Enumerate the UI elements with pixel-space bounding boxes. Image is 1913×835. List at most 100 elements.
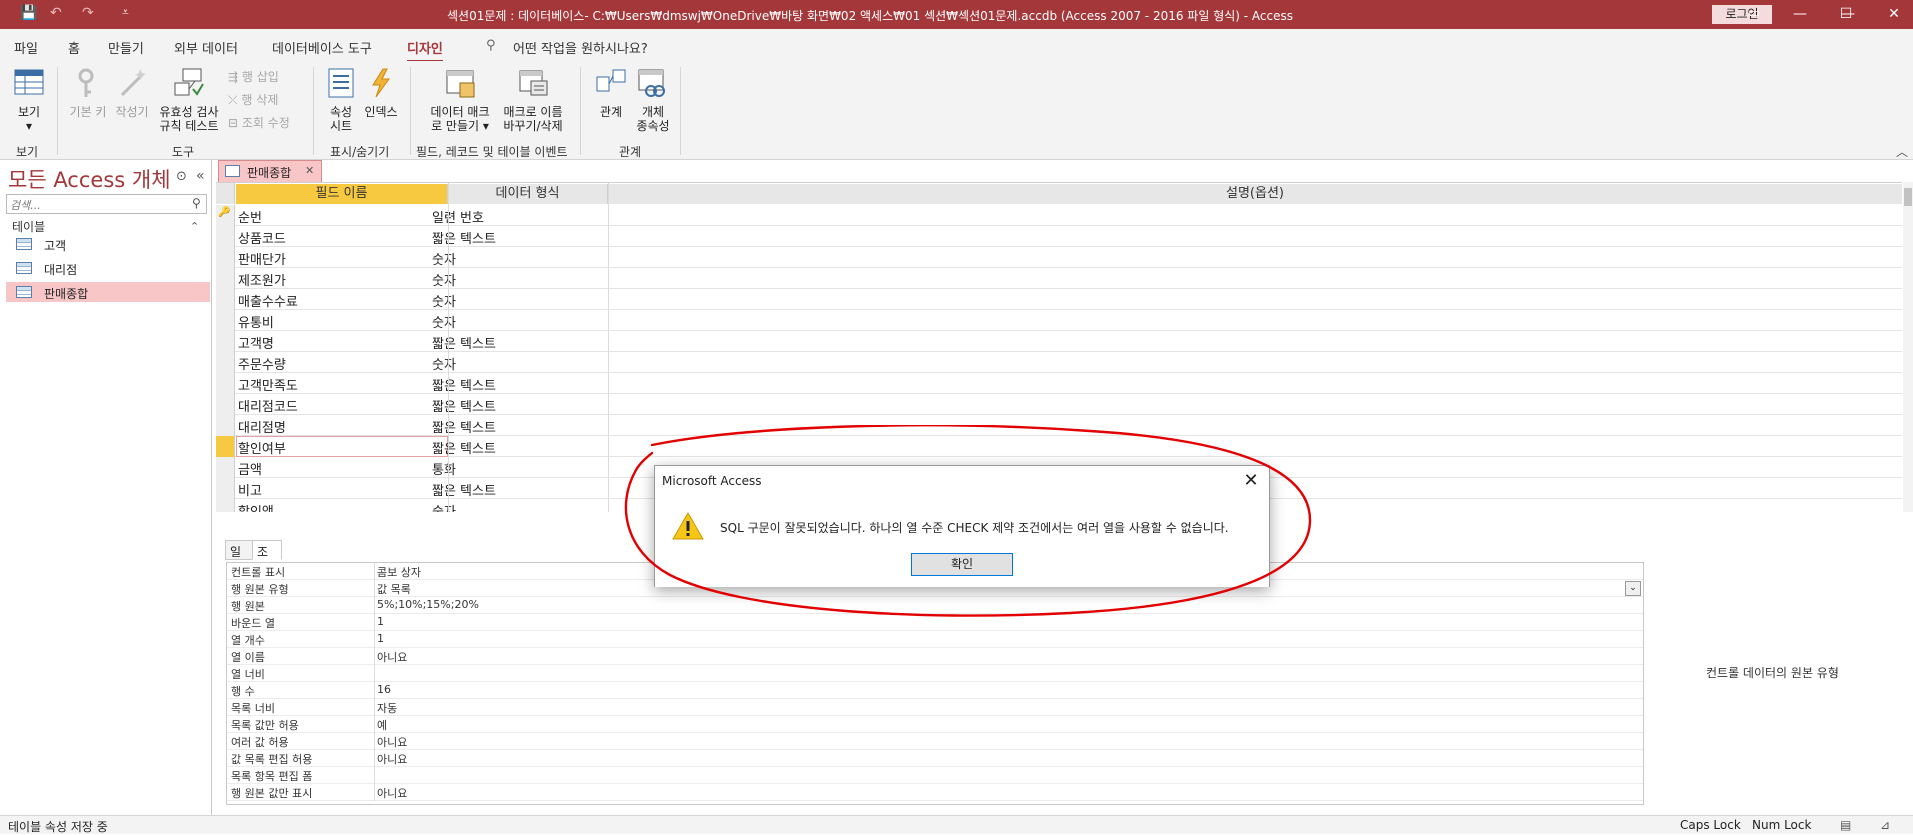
document-tab[interactable]: 판매종합 ✕ (218, 160, 322, 182)
row-selector[interactable] (216, 310, 235, 331)
data-type-cell[interactable]: 짧은 텍스트 (432, 333, 496, 352)
field-name-cell[interactable]: 순번 (238, 207, 262, 226)
menu-database-tools[interactable]: 데이터베이스 도구 (272, 38, 372, 57)
field-name-cell[interactable]: 매출수수료 (238, 291, 298, 310)
row-selector[interactable] (216, 247, 235, 268)
table-row[interactable]: 상품코드 짧은 텍스트 (216, 226, 1902, 247)
close-window-button[interactable]: ✕ (1876, 3, 1912, 25)
property-row[interactable]: 열 이름 아니요 (227, 648, 1643, 665)
ribbon-display-options-icon[interactable]: ▭ (1736, 3, 1772, 25)
table-row[interactable]: 고객명 짧은 텍스트 (216, 331, 1902, 352)
property-value[interactable]: 값 목록 (377, 581, 411, 597)
property-value[interactable]: 아니요 (377, 649, 407, 665)
field-name-cell[interactable]: 고객명 (238, 333, 274, 352)
tell-me-box[interactable]: 어떤 작업을 원하시나요? (513, 38, 648, 57)
data-type-cell[interactable]: 짧은 텍스트 (432, 438, 496, 457)
field-name-cell[interactable]: 유통비 (238, 312, 274, 331)
data-type-cell[interactable]: 숫자 (432, 354, 456, 373)
property-value[interactable]: 1 (377, 615, 384, 628)
property-value[interactable]: 콤보 상자 (377, 564, 421, 580)
table-row[interactable]: 매출수수료 숫자 (216, 289, 1902, 310)
property-row[interactable]: 여러 값 허용 아니요 (227, 733, 1643, 750)
object-dependencies-button[interactable]: 개체 종속성 (634, 67, 672, 133)
delete-rows-button[interactable]: ⤫ 행 삭제 (228, 91, 278, 108)
table-row[interactable]: 🔑 순번 일련 번호 (216, 205, 1902, 226)
view-button[interactable]: 보기 ▾ (8, 67, 50, 133)
property-row[interactable]: 행 원본 값만 표시 아니요 (227, 784, 1643, 801)
data-type-cell[interactable]: 숫자 (432, 249, 456, 268)
property-row[interactable]: 행 수 16 (227, 682, 1643, 699)
ok-button[interactable]: 확인 (911, 553, 1013, 576)
property-value[interactable]: 아니요 (377, 785, 407, 801)
data-type-cell[interactable]: 숫자 (432, 312, 456, 331)
modify-lookups-button[interactable]: ⊟ 조회 수정 (228, 114, 290, 131)
indexes-button[interactable]: 인덱스 (362, 67, 400, 119)
row-selector[interactable] (216, 394, 235, 415)
data-type-cell[interactable]: 짧은 텍스트 (432, 228, 496, 247)
data-type-cell[interactable]: 통화 (432, 459, 456, 478)
menu-external-data[interactable]: 외부 데이터 (174, 38, 238, 57)
nav-item-customers[interactable]: 고객 (6, 234, 210, 254)
data-type-cell[interactable]: 숫자 (432, 291, 456, 310)
grid-vertical-scrollbar[interactable] (1903, 182, 1913, 512)
field-name-cell[interactable]: 제조원가 (238, 270, 286, 289)
property-sheet-button[interactable]: 속성 시트 (324, 67, 358, 133)
property-value[interactable]: 16 (377, 683, 391, 696)
property-row[interactable]: 값 목록 편집 허용 아니요 (227, 750, 1643, 767)
search-icon[interactable]: ⚲ (192, 196, 201, 210)
row-selector[interactable] (216, 226, 235, 247)
row-selector[interactable] (216, 352, 235, 373)
search-icon[interactable]: ⚲ (486, 38, 496, 53)
table-row[interactable]: 고객만족도 짧은 텍스트 (216, 373, 1902, 394)
property-value[interactable]: 예 (377, 717, 387, 733)
field-name-cell[interactable]: 고객만족도 (238, 375, 298, 394)
insert-rows-button[interactable]: ⇶ 행 삽입 (228, 68, 279, 85)
table-row[interactable]: 주문수량 숫자 (216, 352, 1902, 373)
data-type-cell[interactable]: 숫자 (432, 501, 456, 512)
section-collapse-icon[interactable]: ⌃ (190, 220, 199, 233)
table-row[interactable]: 대리점명 짧은 텍스트 (216, 415, 1902, 436)
collapse-ribbon-icon[interactable]: ︿ (1896, 143, 1908, 160)
field-name-cell[interactable]: 금액 (238, 459, 262, 478)
row-selector[interactable] (216, 289, 235, 310)
tab-general[interactable]: 일반 (225, 540, 253, 576)
data-type-cell[interactable]: 짧은 텍스트 (432, 417, 496, 436)
scrollbar-thumb[interactable] (1904, 188, 1912, 206)
datasheet-view-icon[interactable]: ▤ (1840, 818, 1851, 832)
save-icon[interactable]: 💾 (20, 5, 37, 21)
nav-item-agencies[interactable]: 대리점 (6, 258, 210, 278)
row-selector[interactable] (216, 373, 235, 394)
field-name-cell[interactable]: 할인여부 (238, 438, 286, 457)
minimize-ctl[interactable] (1830, 3, 1866, 25)
nav-search-input[interactable]: 검색... ⚲ (6, 194, 207, 214)
nav-section-tables[interactable]: 테이블 (12, 218, 45, 235)
row-selector[interactable] (216, 436, 235, 457)
table-row[interactable]: 유통비 숫자 (216, 310, 1902, 331)
table-row[interactable]: 대리점코드 짧은 텍스트 (216, 394, 1902, 415)
field-name-cell[interactable]: 판매단가 (238, 249, 286, 268)
rename-delete-macro-button[interactable]: 매크로 이름 바꾸기/삭제 (498, 67, 568, 133)
property-value[interactable]: 자동 (377, 700, 397, 716)
row-selector[interactable]: 🔑 (216, 205, 235, 226)
menu-home[interactable]: 홈 (68, 38, 80, 57)
undo-icon[interactable]: ↶ (50, 5, 62, 21)
property-row[interactable]: 열 개수 1 (227, 631, 1643, 648)
property-row[interactable]: 바운드 열 1 (227, 614, 1643, 631)
nav-pane-title[interactable]: 모든 Access 개체 (8, 164, 171, 194)
shutter-bar-close-icon[interactable]: « (196, 168, 205, 184)
dropdown-arrow-icon[interactable]: ⌄ (1625, 581, 1641, 596)
property-row[interactable]: 열 너비 (227, 665, 1643, 682)
tab-lookup[interactable]: 조회 (252, 540, 282, 576)
customize-quick-access-icon[interactable]: ⩡ (122, 5, 129, 20)
create-data-macros-button[interactable]: 데이터 매크 로 만들기 ▾ (424, 67, 496, 133)
field-name-cell[interactable]: 상품코드 (238, 228, 286, 247)
row-selector[interactable] (216, 478, 235, 499)
property-row[interactable]: 목록 항목 편집 폼 (227, 767, 1643, 784)
dialog-close-button[interactable]: ✕ (1239, 469, 1263, 493)
table-row[interactable]: 판매단가 숫자 (216, 247, 1902, 268)
data-type-cell[interactable]: 짧은 텍스트 (432, 396, 496, 415)
nav-item-sales-summary[interactable]: 판매종합 (6, 282, 210, 302)
primary-key-button[interactable]: 기본 키 (66, 67, 110, 119)
minimize-icon[interactable]: — (1782, 3, 1818, 25)
property-value[interactable]: 5%;10%;15%;20% (377, 598, 479, 611)
